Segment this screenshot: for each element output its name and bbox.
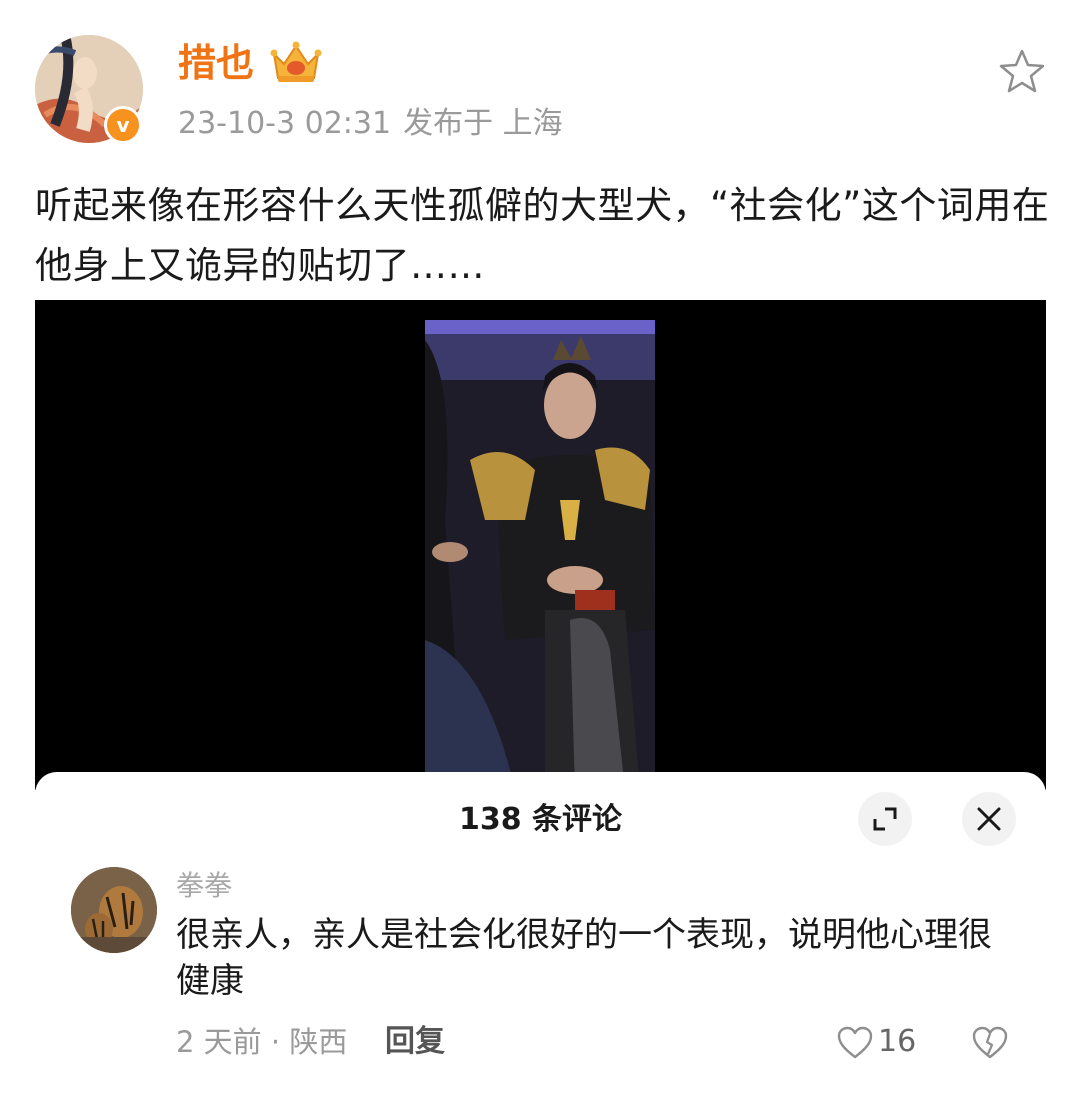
comment-time-location: 2 天前 · 陕西 xyxy=(176,1025,348,1059)
star-icon[interactable] xyxy=(998,48,1046,94)
commenter-avatar[interactable] xyxy=(71,867,157,953)
video-still-image xyxy=(425,320,655,790)
like-count: 16 xyxy=(878,1024,917,1059)
post-location: 发布于 上海 xyxy=(403,106,563,141)
broken-heart-icon[interactable] xyxy=(972,1026,1008,1060)
post-body-text: 听起来像在形容什么天性孤僻的大型犬，“社会化”这个词用在他身上又诡异的贴切了…… xyxy=(35,184,1050,287)
verified-badge-icon: v xyxy=(104,106,142,144)
post-date: 23-10-3 02:31 xyxy=(178,106,392,141)
reply-button[interactable]: 回复 xyxy=(385,1022,445,1062)
close-button[interactable] xyxy=(962,792,1016,846)
comment-text: 很亲人，亲人是社会化很好的一个表现，说明他心理很健康 xyxy=(176,915,992,1001)
author-name[interactable]: 措也 xyxy=(178,38,254,88)
comments-sheet: 138 条评论 拳拳 很亲人，亲人是社会化很好的一个表现，说明他心理很健康 2 … xyxy=(35,772,1046,1094)
post-detail-page: v 措也 23-10-3 02:31 发布于 上海 听起来像在形容什么天性孤僻的大… xyxy=(0,0,1080,1094)
expand-button[interactable] xyxy=(858,792,912,846)
close-icon xyxy=(977,807,1001,831)
post-media[interactable] xyxy=(35,300,1046,790)
expand-icon xyxy=(873,807,897,831)
heart-icon[interactable] xyxy=(837,1026,873,1060)
commenter-name[interactable]: 拳拳 xyxy=(176,867,232,905)
crown-membership-icon[interactable] xyxy=(270,40,322,84)
post-meta: 23-10-3 02:31 发布于 上海 xyxy=(178,104,563,144)
